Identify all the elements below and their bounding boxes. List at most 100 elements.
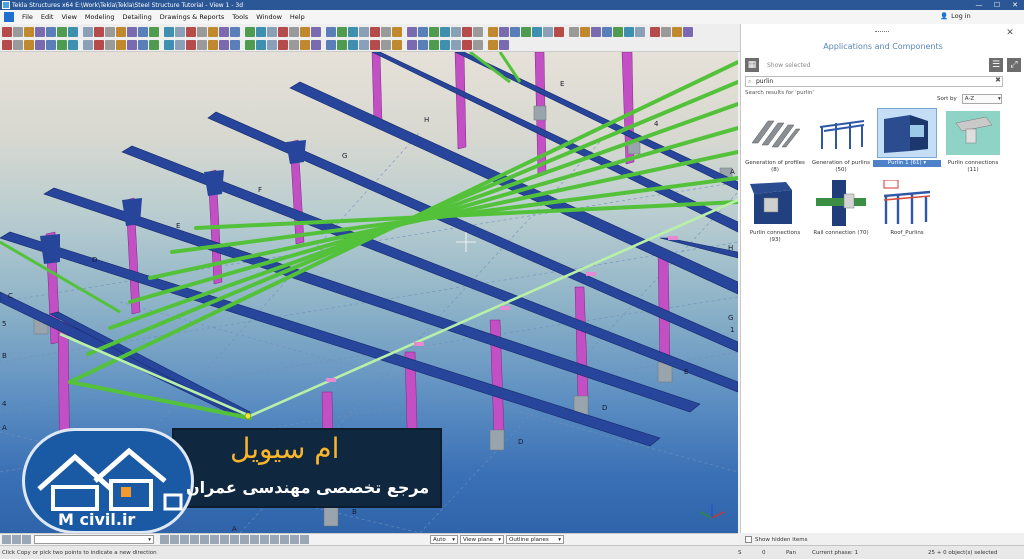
toolbar1-tool-icon-54[interactable] — [613, 26, 623, 37]
toolbar2-tool-icon-10[interactable] — [105, 39, 115, 50]
toolbar1-tool-icon-42[interactable] — [473, 26, 483, 37]
snap-tool-icon-15[interactable] — [300, 535, 309, 544]
toolbar1-tool-icon-41[interactable] — [462, 26, 472, 37]
toolbar2-tool-icon-17[interactable] — [186, 39, 196, 50]
expand-panel-icon[interactable]: ⤢ — [1007, 58, 1021, 72]
toolbar2-tool-icon-40[interactable] — [451, 39, 461, 50]
toolbar1-tool-icon-34[interactable] — [381, 26, 391, 37]
toolbar2-tool-icon-33[interactable] — [370, 39, 380, 50]
toolbar2-tool-icon-28[interactable] — [311, 39, 321, 50]
toolbar1-tool-icon-59[interactable] — [672, 26, 682, 37]
panel-close-icon[interactable]: ✕ — [1003, 26, 1017, 40]
tile-purlin-connections-93[interactable]: Purlin connections (93) — [745, 178, 805, 254]
toolbar1-tool-icon-39[interactable] — [440, 26, 450, 37]
toolbar2-tool-icon-14[interactable] — [149, 39, 159, 50]
snap-tool-icon-10[interactable] — [250, 535, 259, 544]
toolbar2-tool-icon-12[interactable] — [127, 39, 137, 50]
toolbar2-tool-icon-7[interactable] — [68, 39, 78, 50]
snap-tool-icon-12[interactable] — [270, 535, 279, 544]
menu-drawings-reports[interactable]: Drawings & Reports — [156, 13, 229, 21]
snap-tool-icon-2[interactable] — [170, 535, 179, 544]
tile-purlin-connections-11[interactable]: Purlin connections (11) — [943, 108, 1003, 184]
search-input[interactable]: ⌕ purlin — [745, 76, 1003, 87]
snap-tool-icon-3[interactable] — [180, 535, 189, 544]
menu-modeling[interactable]: Modeling — [81, 13, 119, 21]
toolbar2-tool-icon-32[interactable] — [359, 39, 369, 50]
toolbar1-tool-icon-29[interactable] — [326, 26, 336, 37]
snap-tool-icon-9[interactable] — [240, 535, 249, 544]
toolbar2-tool-icon-42[interactable] — [473, 39, 483, 50]
toolbar2-tool-icon-44[interactable] — [499, 39, 509, 50]
snap-icon[interactable] — [2, 535, 11, 544]
toolbar1-tool-icon-1[interactable] — [2, 26, 12, 37]
toolbar1-tool-icon-8[interactable] — [83, 26, 93, 37]
toolbar1-tool-icon-16[interactable] — [175, 26, 185, 37]
show-hidden-checkbox[interactable] — [745, 536, 752, 543]
toolbar2-tool-icon-41[interactable] — [462, 39, 472, 50]
snap-icon-2[interactable] — [12, 535, 21, 544]
minimize-button[interactable]: — — [970, 0, 988, 10]
toolbar1-tool-icon-2[interactable] — [13, 26, 23, 37]
show-hidden-items[interactable]: Show hidden items — [745, 536, 808, 543]
tile-rail-connection[interactable]: Rail connection (70) — [811, 178, 871, 254]
toolbar1-tool-icon-24[interactable] — [267, 26, 277, 37]
view-plane-dropdown[interactable]: View plane ▾ — [460, 535, 504, 544]
snap-tool-icon-6[interactable] — [210, 535, 219, 544]
snap-tool-icon-11[interactable] — [260, 535, 269, 544]
tile-generation-of-purlins[interactable]: Generation of purlins (50) — [811, 108, 871, 184]
auto-dropdown[interactable]: Auto ▾ — [430, 535, 458, 544]
toolbar1-tool-icon-12[interactable] — [127, 26, 137, 37]
login-area[interactable]: 👤 Log in — [940, 12, 971, 20]
toolbar1-tool-icon-10[interactable] — [105, 26, 115, 37]
tile-generation-of-profiles[interactable]: Generation of profiles (8) — [745, 108, 805, 184]
toolbar2-tool-icon-25[interactable] — [278, 39, 288, 50]
toolbar2-tool-icon-27[interactable] — [300, 39, 310, 50]
toolbar1-tool-icon-22[interactable] — [245, 26, 255, 37]
toolbar2-tool-icon-2[interactable] — [13, 39, 23, 50]
toolbar1-tool-icon-36[interactable] — [407, 26, 417, 37]
toolbar2-tool-icon-26[interactable] — [289, 39, 299, 50]
toolbar2-tool-icon-8[interactable] — [83, 39, 93, 50]
toolbar1-tool-icon-4[interactable] — [35, 26, 45, 37]
toolbar1-tool-icon-33[interactable] — [370, 26, 380, 37]
toolbar2-tool-icon-23[interactable] — [256, 39, 266, 50]
toolbar2-tool-icon-31[interactable] — [348, 39, 358, 50]
toolbar2-tool-icon-29[interactable] — [326, 39, 336, 50]
menu-view[interactable]: View — [57, 13, 80, 21]
show-selected-toggle[interactable]: Show selected — [767, 62, 989, 69]
toolbar1-tool-icon-31[interactable] — [348, 26, 358, 37]
toolbar2-tool-icon-24[interactable] — [267, 39, 277, 50]
panel-drag-handle[interactable] — [875, 31, 889, 33]
snap-tool-icon-8[interactable] — [230, 535, 239, 544]
login-link[interactable]: Log in — [951, 12, 971, 20]
toolbar1-tool-icon-40[interactable] — [451, 26, 461, 37]
toolbar1-tool-icon-3[interactable] — [24, 26, 34, 37]
toolbar2-tool-icon-39[interactable] — [440, 39, 450, 50]
toolbar2-tool-icon-30[interactable] — [337, 39, 347, 50]
toolbar2-tool-icon-38[interactable] — [429, 39, 439, 50]
toolbar1-tool-icon-25[interactable] — [278, 26, 288, 37]
toolbar1-tool-icon-57[interactable] — [650, 26, 660, 37]
toolbar1-tool-icon-7[interactable] — [68, 26, 78, 37]
menu-tools[interactable]: Tools — [228, 13, 252, 21]
toolbar1-tool-icon-48[interactable] — [543, 26, 553, 37]
toolbar2-tool-icon-34[interactable] — [381, 39, 391, 50]
toolbar1-tool-icon-15[interactable] — [164, 26, 174, 37]
toolbar1-tool-icon-23[interactable] — [256, 26, 266, 37]
toolbar1-tool-icon-56[interactable] — [635, 26, 645, 37]
toolbar2-tool-icon-20[interactable] — [219, 39, 229, 50]
menu-file[interactable]: File — [18, 13, 37, 21]
maximize-button[interactable]: ☐ — [988, 0, 1006, 10]
toolbar1-tool-icon-47[interactable] — [532, 26, 542, 37]
toolbar2-tool-icon-15[interactable] — [164, 39, 174, 50]
toolbar2-tool-icon-19[interactable] — [208, 39, 218, 50]
toolbar1-tool-icon-9[interactable] — [94, 26, 104, 37]
selected-point[interactable] — [244, 412, 252, 420]
toolbar2-tool-icon-9[interactable] — [94, 39, 104, 50]
toolbar1-tool-icon-55[interactable] — [624, 26, 634, 37]
toolbar1-tool-icon-13[interactable] — [138, 26, 148, 37]
toolbar1-tool-icon-50[interactable] — [569, 26, 579, 37]
toolbar2-tool-icon-16[interactable] — [175, 39, 185, 50]
toolbar1-tool-icon-19[interactable] — [208, 26, 218, 37]
toolbar2-tool-icon-11[interactable] — [116, 39, 126, 50]
